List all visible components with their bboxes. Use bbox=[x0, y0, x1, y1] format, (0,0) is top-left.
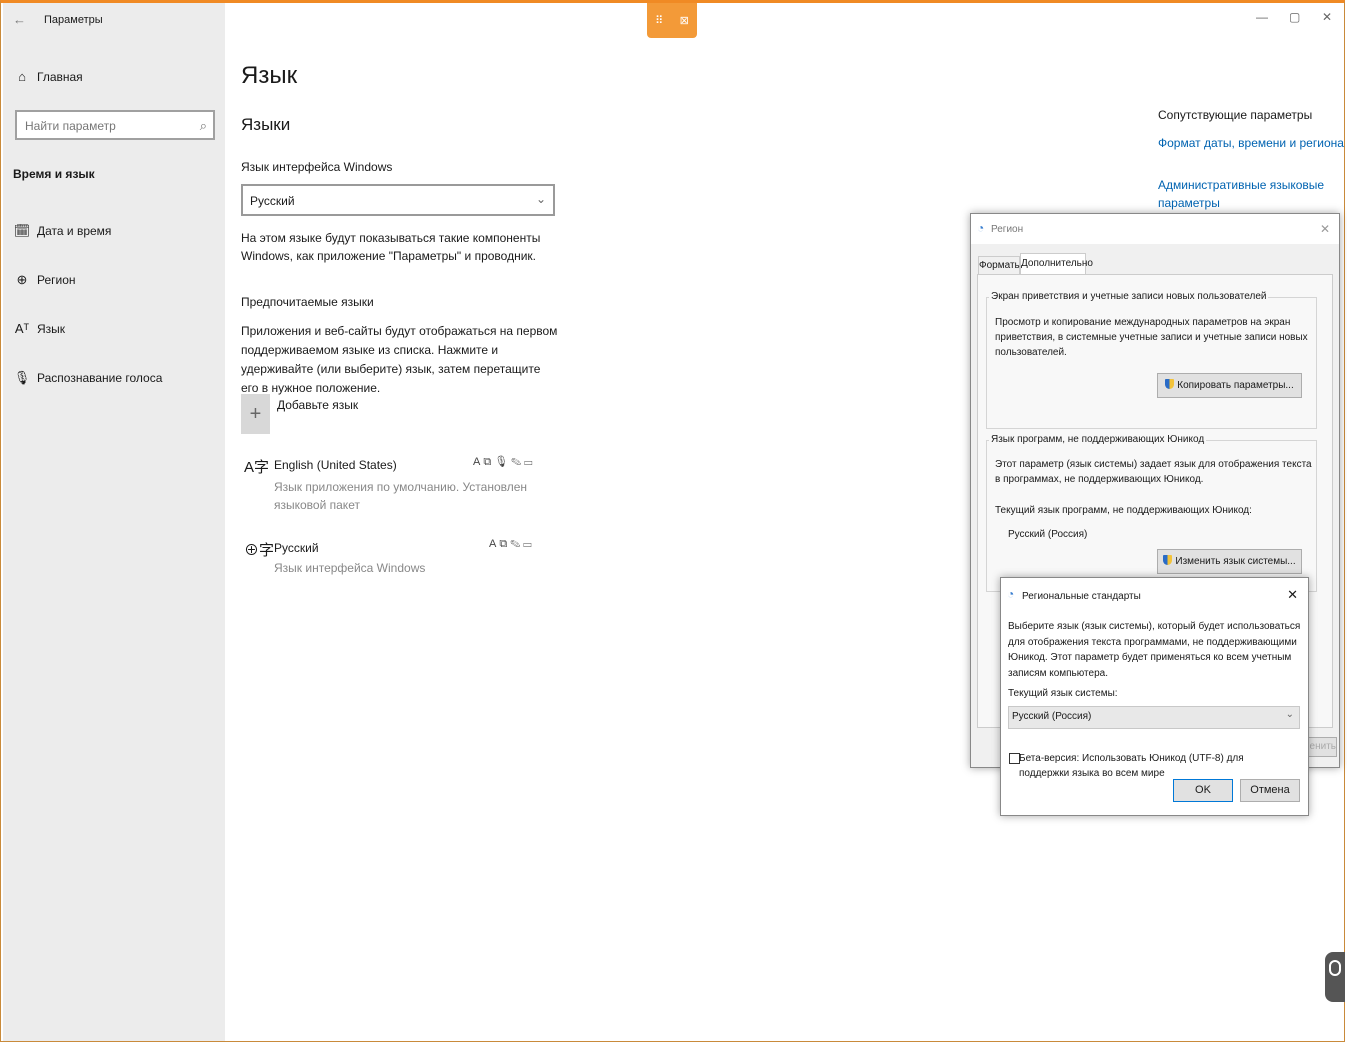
chevron-down-icon: ⌄ bbox=[1285, 709, 1294, 720]
nav-label: Дата и время bbox=[37, 224, 112, 238]
region-app-icon: ◔ bbox=[1007, 587, 1015, 601]
search-box[interactable]: Найти параметр ⌕ bbox=[15, 110, 215, 140]
select-value: Русский (Россия) bbox=[1012, 711, 1092, 722]
side-panel-handle[interactable] bbox=[1325, 952, 1345, 1002]
welcome-group-title: Экран приветствия и учетные записи новых… bbox=[989, 291, 1269, 302]
tab-formats[interactable]: Форматы bbox=[978, 256, 1022, 276]
unicode-group-title: Язык программ, не поддерживающих Юникод bbox=[989, 434, 1207, 445]
regional-standards-dialog: ◔ Региональные стандарты ✕ Выберите язык… bbox=[1000, 577, 1309, 816]
search-input[interactable]: Найти параметр bbox=[25, 119, 116, 133]
preferred-languages-desc: Приложения и веб-сайты будут отображатьс… bbox=[241, 324, 558, 395]
button-label: Копировать параметры... bbox=[1177, 380, 1294, 391]
calendar-clock-icon: 🗓 bbox=[13, 223, 31, 238]
nav-date-time[interactable]: 🗓 Дата и время bbox=[13, 223, 112, 239]
nav-label: Язык bbox=[37, 321, 66, 336]
section-heading: Языки bbox=[241, 115, 291, 134]
interface-language-select[interactable]: Русский ⌄ bbox=[241, 184, 555, 216]
related-settings-title: Сопутствующие параметры bbox=[1158, 108, 1313, 122]
back-arrow-icon[interactable]: ← bbox=[13, 12, 26, 27]
search-icon[interactable]: ⌕ bbox=[200, 118, 207, 134]
snap-toolbar[interactable]: ⠿ ⊠ bbox=[647, 3, 697, 38]
region-app-icon: ◔ bbox=[977, 221, 985, 235]
interface-language-desc: На этом языке будут показываться такие к… bbox=[241, 231, 541, 263]
maximize-button[interactable]: ▢ bbox=[1289, 10, 1300, 24]
drag-handle-icon[interactable]: ⠿ bbox=[655, 14, 663, 27]
pin-icon[interactable]: ⊠ bbox=[680, 14, 689, 27]
current-unicode-value: Русский (Россия) bbox=[1008, 529, 1088, 540]
add-language-button[interactable]: + bbox=[241, 394, 270, 434]
admin-language-link[interactable]: Административные языковые параметры bbox=[1158, 176, 1328, 212]
button-label: енить bbox=[1309, 741, 1336, 752]
button-label: Отмена bbox=[1250, 784, 1290, 796]
button-label: Изменить язык системы... bbox=[1175, 556, 1296, 567]
regional-dialog-text: Выберите язык (язык системы), который бу… bbox=[1008, 621, 1301, 679]
shield-icon bbox=[1163, 555, 1173, 565]
welcome-group-text: Просмотр и копирование международных пар… bbox=[995, 317, 1308, 358]
regional-dialog-title: Региональные стандарты bbox=[1022, 591, 1141, 602]
section-title: Время и язык bbox=[13, 167, 95, 181]
current-unicode-label: Текущий язык программ, не поддерживающих… bbox=[995, 505, 1252, 516]
minimize-button[interactable]: — bbox=[1256, 10, 1268, 24]
language-pack-icon: A字 bbox=[244, 459, 270, 476]
language-feature-icons: A⧉🎙✎▭ bbox=[473, 456, 536, 468]
copy-settings-button[interactable]: Копировать параметры... bbox=[1157, 373, 1302, 398]
language-globe-icon: ⊕字 bbox=[244, 542, 275, 559]
preferred-languages-label: Предпочитаемые языки bbox=[241, 295, 374, 309]
current-system-label: Текущий язык системы: bbox=[1008, 688, 1118, 699]
unicode-group-text: Этот параметр (язык системы) задает язык… bbox=[995, 459, 1312, 485]
home-icon: ⌂ bbox=[18, 69, 26, 84]
globe-icon: ⊕ bbox=[16, 272, 28, 287]
nav-label: Регион bbox=[37, 273, 76, 287]
change-system-locale-button[interactable]: Изменить язык системы... bbox=[1157, 549, 1302, 574]
shield-icon bbox=[1165, 379, 1175, 389]
microphone-icon: 🎙 bbox=[13, 370, 31, 385]
nav-home-label: Главная bbox=[37, 69, 83, 84]
language-name[interactable]: English (United States) bbox=[274, 458, 397, 472]
nav-region[interactable]: ⊕ Регион bbox=[13, 272, 76, 288]
region-dialog-title: Регион bbox=[991, 224, 1024, 235]
tab-label: Форматы bbox=[979, 260, 1022, 271]
ok-button[interactable]: OK bbox=[1173, 779, 1233, 802]
tab-advanced[interactable]: Дополнительно bbox=[1020, 253, 1093, 275]
nav-language[interactable]: Aᵀ Язык bbox=[13, 321, 65, 336]
side-panel-icon bbox=[1329, 960, 1341, 976]
region-titlebar: ◔ Регион ✕ bbox=[971, 214, 1339, 244]
language-desc: Язык приложения по умолчанию. Установлен… bbox=[274, 480, 528, 512]
close-icon[interactable]: ✕ bbox=[1320, 222, 1330, 236]
close-icon[interactable]: ✕ bbox=[1287, 587, 1298, 603]
add-language-label[interactable]: Добавьте язык bbox=[277, 398, 358, 412]
select-value: Русский bbox=[250, 194, 295, 208]
region-format-link[interactable]: Формат даты, времени и региона bbox=[1158, 136, 1344, 150]
interface-language-label: Язык интерфейса Windows bbox=[241, 160, 393, 174]
utf8-checkbox-label[interactable]: Бета-версия: Использовать Юникод (UTF-8)… bbox=[1019, 751, 1289, 781]
nav-speech[interactable]: 🎙 Распознавание голоса bbox=[13, 370, 163, 386]
page-title: Язык bbox=[241, 62, 298, 89]
button-label: OK bbox=[1195, 784, 1211, 796]
tab-label: Дополнительно bbox=[1021, 258, 1093, 269]
window-title: Параметры bbox=[44, 14, 103, 26]
language-feature-icons: A⧉✎▭ bbox=[489, 538, 535, 550]
language-name[interactable]: Русский bbox=[274, 541, 319, 555]
language-icon: Aᵀ bbox=[14, 321, 30, 336]
nav-label: Распознавание голоса bbox=[37, 371, 163, 385]
plus-icon: + bbox=[249, 403, 262, 425]
system-locale-select[interactable]: Русский (Россия) ⌄ bbox=[1008, 706, 1300, 729]
chevron-down-icon: ⌄ bbox=[535, 192, 546, 206]
cancel-button[interactable]: Отмена bbox=[1240, 779, 1300, 802]
language-desc: Язык интерфейса Windows bbox=[274, 561, 426, 575]
nav-home[interactable]: ⌂ Главная bbox=[13, 69, 83, 84]
sidebar: ← Параметры ⌂ Главная Найти параметр ⌕ В… bbox=[3, 3, 225, 1041]
apply-button[interactable]: енить bbox=[1305, 737, 1337, 757]
close-button[interactable]: ✕ bbox=[1322, 10, 1332, 24]
